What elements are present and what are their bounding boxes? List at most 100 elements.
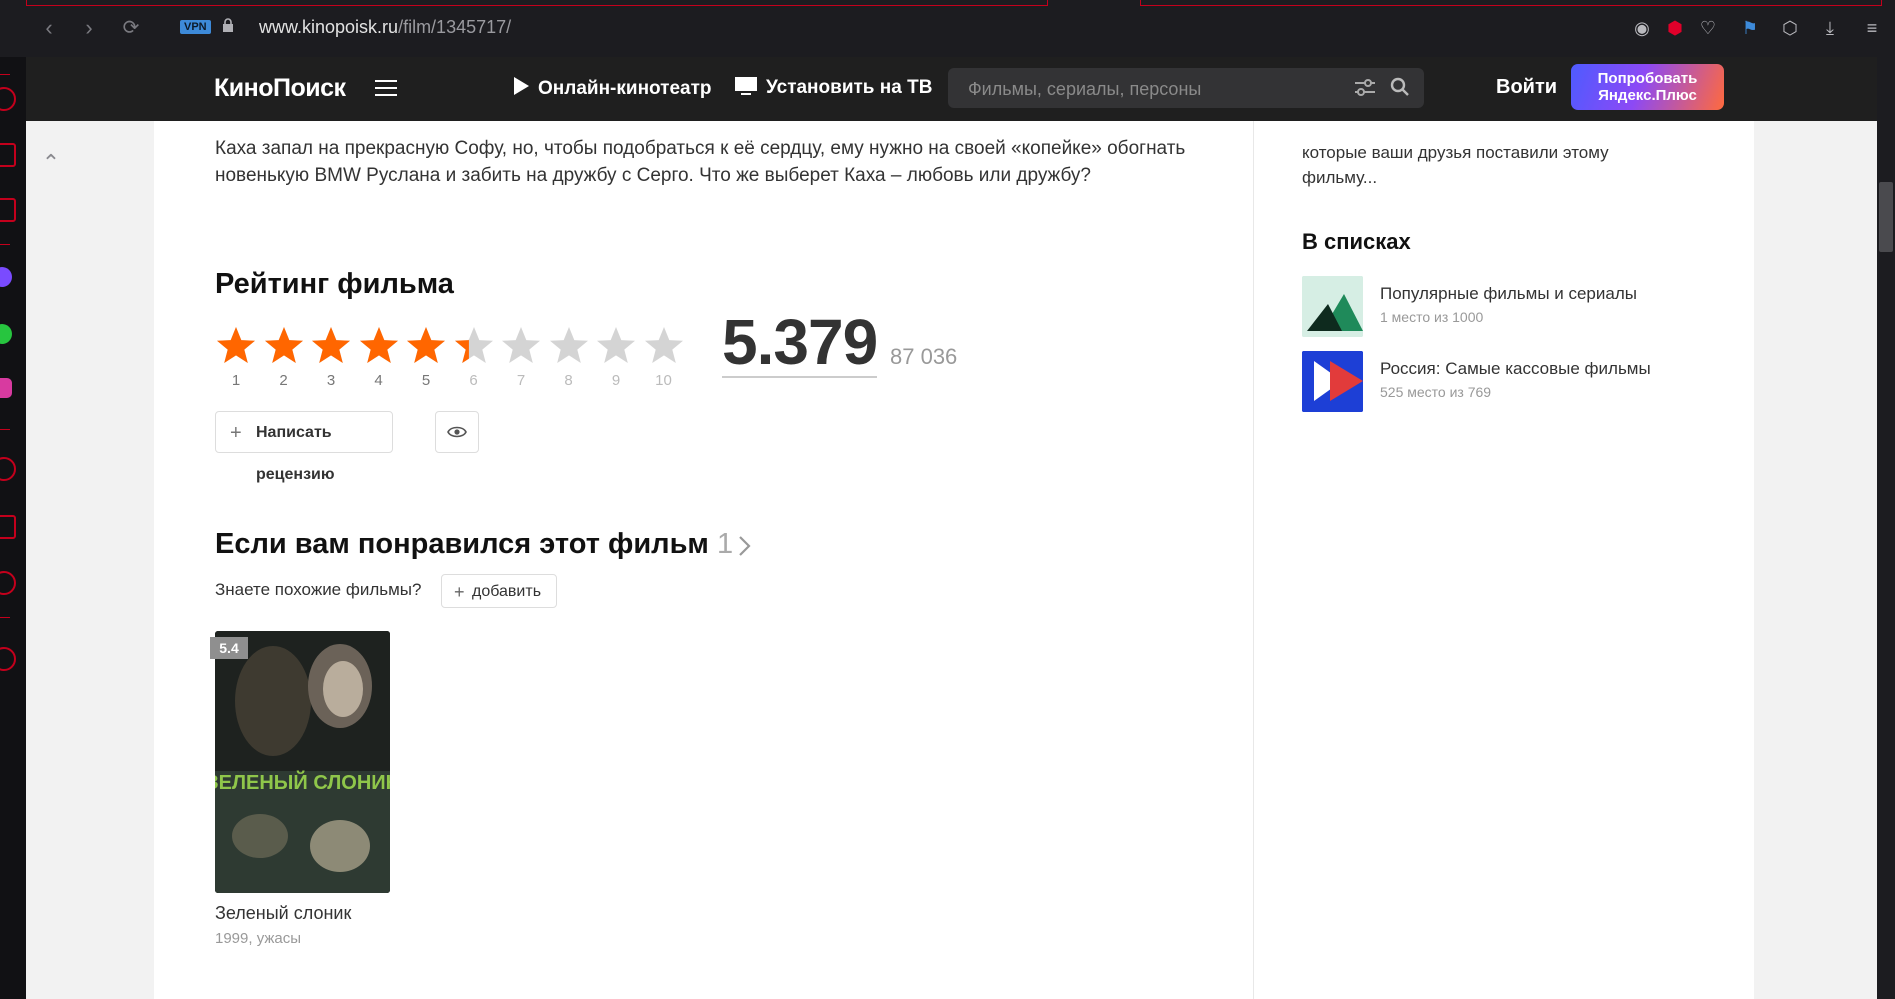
star-icon bbox=[217, 327, 255, 363]
site-logo[interactable]: КиноПоиск bbox=[214, 74, 346, 103]
install-tv-label: Установить на ТВ bbox=[766, 77, 933, 98]
lists-title: В списках bbox=[1302, 229, 1411, 254]
plus-icon: + bbox=[230, 422, 242, 444]
online-cinema-label: Онлайн-кинотеатр bbox=[538, 78, 712, 99]
sidebar-divider bbox=[0, 617, 10, 618]
vpn-badge[interactable]: VPN bbox=[180, 20, 211, 34]
star-number: 3 bbox=[326, 372, 336, 389]
list-thumb-popular[interactable] bbox=[1302, 276, 1363, 337]
speed-icon[interactable] bbox=[0, 87, 16, 111]
chevron-right-icon[interactable] bbox=[737, 534, 753, 558]
search-box bbox=[948, 68, 1424, 110]
eye-icon bbox=[447, 426, 467, 438]
player-icon[interactable] bbox=[0, 647, 16, 671]
friends-ratings-text: которые ваши друзья поставили этому филь… bbox=[1302, 143, 1609, 187]
plus-icon: + bbox=[454, 582, 465, 602]
rating-title: Рейтинг фильма bbox=[215, 268, 454, 300]
rating-star-2[interactable]: 2 bbox=[260, 324, 308, 389]
back-icon[interactable]: ‹ bbox=[36, 15, 62, 41]
similar-title: Если вам понравился этот фильм 1 bbox=[215, 528, 733, 561]
heart-icon[interactable]: ♡ bbox=[1696, 16, 1720, 40]
online-cinema-link[interactable]: Онлайн-кинотеатр bbox=[512, 76, 712, 100]
scrollbar-thumb[interactable] bbox=[1879, 182, 1893, 252]
similar-question: Знаете похожие фильмы? bbox=[215, 580, 422, 599]
film-poster[interactable]: ЗЕЛЕНЫЙ СЛОНИК bbox=[215, 631, 390, 893]
star-number: 8 bbox=[564, 372, 573, 389]
burger-menu-icon[interactable] bbox=[375, 80, 397, 96]
film-description: Каха запал на прекрасную Софу, но, чтобы… bbox=[215, 138, 1186, 186]
browser-sidebar bbox=[0, 57, 27, 999]
similar-count: 1 bbox=[716, 528, 734, 560]
rating-star-4[interactable]: 4 bbox=[355, 324, 403, 389]
add-similar-button[interactable]: + добавить bbox=[441, 574, 557, 608]
plus-line-2: Яндекс.Плюс bbox=[1598, 87, 1697, 104]
votes-count: 87 036 bbox=[890, 344, 958, 369]
url-host: www.kinopoisk.ru bbox=[259, 17, 399, 37]
poster-image: ЗЕЛЕНЫЙ СЛОНИК bbox=[215, 631, 390, 893]
login-button[interactable]: Войти bbox=[1496, 76, 1557, 99]
list-sub-popular: 1 место из 1000 bbox=[1380, 309, 1484, 325]
search-input[interactable] bbox=[966, 68, 1330, 110]
messenger-icon[interactable] bbox=[0, 267, 12, 287]
star-icon bbox=[407, 327, 445, 363]
install-tv-link[interactable]: Установить на ТВ bbox=[734, 76, 932, 99]
rating-star-1[interactable]: 1 bbox=[212, 324, 260, 389]
star-number: 6 bbox=[469, 372, 478, 389]
yandex-plus-button[interactable]: Попробовать Яндекс.Плюс bbox=[1571, 64, 1724, 110]
address-bar[interactable]: www.kinopoisk.ru/film/1345717/ bbox=[259, 17, 511, 38]
lock-icon[interactable] bbox=[222, 18, 234, 32]
rating-star-5[interactable]: 5 bbox=[402, 324, 450, 389]
star-icon bbox=[264, 327, 303, 363]
scroll-up-icon[interactable]: ⌃ bbox=[38, 150, 64, 176]
download-icon[interactable]: ⤓ bbox=[1818, 16, 1842, 40]
list-title-popular[interactable]: Популярные фильмы и сериалы bbox=[1380, 284, 1637, 304]
rating-star-6[interactable]: 6 bbox=[450, 324, 498, 389]
box-icon[interactable]: ⬡ bbox=[1778, 16, 1802, 40]
write-review-button[interactable]: + Написать рецензию bbox=[215, 411, 393, 483]
settings-icon[interactable] bbox=[0, 571, 16, 595]
similar-title-text[interactable]: Если вам понравился этот фильм bbox=[215, 528, 709, 560]
star-number: 1 bbox=[231, 372, 241, 389]
browser-toolbar: ‹ › ⟳ VPN www.kinopoisk.ru/film/1345717/… bbox=[0, 0, 1895, 57]
star-number: 2 bbox=[279, 372, 288, 389]
rating-star-3[interactable]: 3 bbox=[307, 324, 355, 389]
list-thumb-russia[interactable] bbox=[1302, 351, 1363, 412]
star-icon bbox=[312, 327, 350, 363]
twitch-icon[interactable] bbox=[0, 198, 16, 222]
add-label: добавить bbox=[472, 583, 542, 600]
rating-value[interactable]: 5.379 bbox=[722, 310, 878, 378]
poster-rating-badge: 5.4 bbox=[210, 637, 248, 659]
poster-title-text: ЗЕЛЕНЫЙ СЛОНИК bbox=[215, 770, 390, 794]
plus-line-1: Попробовать bbox=[1597, 70, 1698, 87]
watched-button[interactable] bbox=[435, 411, 479, 453]
reload-icon[interactable]: ⟳ bbox=[118, 15, 144, 41]
star-number: 9 bbox=[611, 372, 621, 389]
column-divider bbox=[1253, 121, 1254, 999]
rating-star-8[interactable]: 8 bbox=[545, 324, 593, 389]
forward-icon[interactable]: › bbox=[76, 15, 102, 41]
search-icon[interactable] bbox=[1390, 77, 1410, 97]
cart-icon[interactable]: ⚑ bbox=[1738, 16, 1762, 40]
star-icon bbox=[502, 327, 540, 363]
rating-star-9[interactable]: 9 bbox=[592, 324, 640, 389]
rating-star-10[interactable]: 10 bbox=[640, 324, 688, 389]
instagram-icon[interactable] bbox=[0, 378, 12, 398]
similar-film-title[interactable]: Зеленый слоник bbox=[215, 903, 351, 924]
star-number: 5 bbox=[421, 372, 431, 389]
whatsapp-icon[interactable] bbox=[0, 324, 12, 344]
filter-icon[interactable] bbox=[1354, 78, 1376, 98]
extensions-icon[interactable] bbox=[0, 515, 16, 539]
shield-icon[interactable]: ⬢ bbox=[1663, 16, 1687, 40]
tab-indicator bbox=[1140, 0, 1882, 6]
bag-icon[interactable] bbox=[0, 143, 16, 167]
similar-film-meta: 1999, ужасы bbox=[215, 930, 302, 947]
star-icon bbox=[549, 327, 588, 363]
tab-indicator bbox=[26, 0, 1048, 6]
history-icon[interactable] bbox=[0, 457, 16, 481]
rating-star-7[interactable]: 7 bbox=[497, 324, 545, 389]
sidebar-divider bbox=[0, 244, 10, 245]
play-icon bbox=[514, 77, 529, 95]
list-title-russia[interactable]: Россия: Самые кассовые фильмы bbox=[1380, 359, 1651, 379]
menu-lines-icon[interactable]: ≡ bbox=[1860, 16, 1884, 40]
camera-icon[interactable]: ◉ bbox=[1630, 16, 1654, 40]
